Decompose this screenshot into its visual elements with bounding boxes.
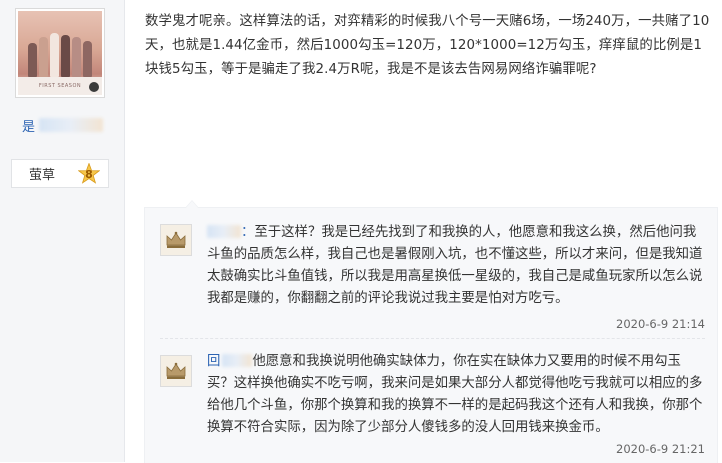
reply-timestamp: 2020-6-9 21:14 [616,317,705,331]
crown-icon [166,362,186,379]
grade-level-badge: 8 [78,163,100,185]
author-grade[interactable]: 萤草 8 [11,159,109,188]
reply-username-suffix: ： [241,225,255,240]
reply-avatar[interactable] [160,355,192,387]
post-content: 数学鬼才呢亲。这样算法的话，对弈精彩的时候我八个号一天赌6场，一场240万，一共… [145,14,710,77]
author-username[interactable]: 是 [22,117,104,135]
grade-name: 萤草 [29,168,56,183]
reply-item: ：至于这样？我是已经先找到了和我换的人，他愿意和我这么换，然后他问我斗鱼的品质怎… [145,208,717,338]
avatar-badge-icon [89,82,99,92]
reply-username-redacted[interactable] [207,225,241,238]
reply-content: ：至于这样？我是已经先找到了和我换的人，他愿意和我这么换，然后他问我斗鱼的品质怎… [207,222,707,310]
username-redacted [39,118,104,132]
avatar-image: FIRST SEASON [18,11,102,95]
reply-item: 回他愿意和我换说明他确实缺体力，你在实在缺体力又要用的时候不用勾玉买？这样换他确… [145,339,717,463]
reply-content: 回他愿意和我换说明他确实缺体力，你在实在缺体力又要用的时候不用勾玉买？这样换他确… [207,351,707,439]
crown-icon [166,231,186,248]
username-prefix: 是 [22,119,36,135]
reply-timestamp: 2020-6-9 21:21 [616,442,705,456]
reply-avatar[interactable] [160,224,192,256]
reply-username-prefix: 回 [207,354,221,369]
reply-text: 他愿意和我换说明他确实缺体力，你在实在缺体力又要用的时候不用勾玉买？这样换他确实… [207,354,703,435]
author-sidebar: FIRST SEASON 是 萤草 8 [0,0,125,462]
reply-username-redacted[interactable] [222,354,253,367]
reply-text: 至于这样？我是已经先找到了和我换的人，他愿意和我这么换，然后他问我斗鱼的品质怎么… [207,225,703,306]
reply-panel: ：至于这样？我是已经先找到了和我换的人，他愿意和我这么换，然后他问我斗鱼的品质怎… [144,200,718,463]
grade-level: 8 [85,167,93,181]
author-avatar[interactable]: FIRST SEASON [15,8,105,98]
